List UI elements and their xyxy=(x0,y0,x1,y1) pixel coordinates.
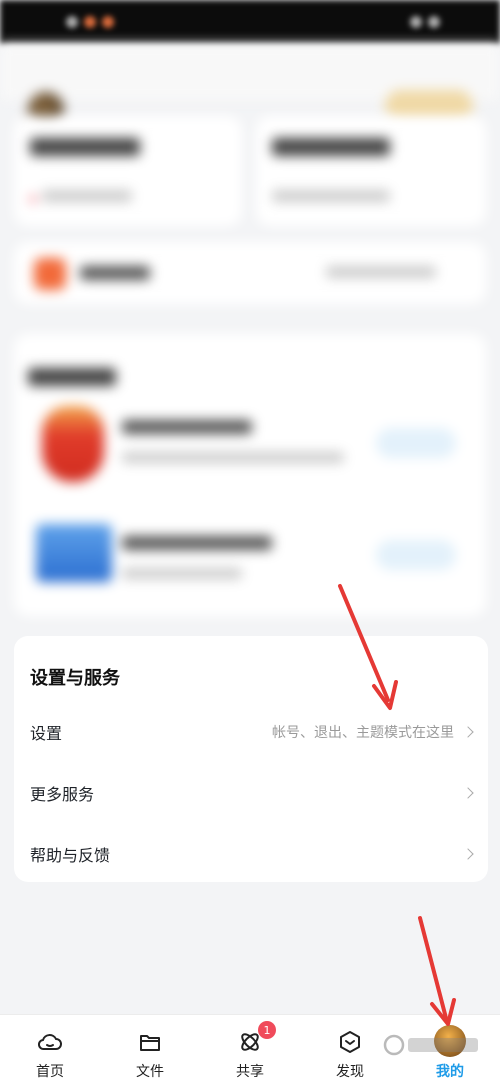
points-hint xyxy=(272,190,390,202)
points-card[interactable] xyxy=(256,116,486,226)
storage-hint xyxy=(42,190,132,202)
tab-home[interactable]: 首页 xyxy=(10,1015,90,1084)
share-badge: 1 xyxy=(258,1021,276,1039)
gift-icon xyxy=(34,258,66,290)
status-bar xyxy=(0,0,500,44)
storage-usage xyxy=(30,138,140,156)
settings-hint: 帐号、退出、主题模式在这里 xyxy=(272,725,454,741)
backup-title xyxy=(28,368,116,386)
chevron-right-icon xyxy=(462,848,474,860)
storage-card[interactable] xyxy=(14,116,242,226)
tab-share-label: 共享 xyxy=(236,1064,264,1080)
settings-row[interactable]: 设置 帐号、退出、主题模式在这里 xyxy=(14,704,488,760)
activity-center-row[interactable] xyxy=(14,242,486,304)
learn-more-button[interactable] xyxy=(376,428,456,458)
tab-discover[interactable]: 发现 xyxy=(310,1015,390,1084)
help-feedback-row[interactable]: 帮助与反馈 xyxy=(14,826,488,882)
annotation-arrow-settings xyxy=(338,584,398,710)
start-backup-button[interactable] xyxy=(376,540,456,570)
activity-label xyxy=(80,266,150,280)
chevron-right-icon xyxy=(462,787,474,799)
tab-discover-label: 发现 xyxy=(336,1064,364,1080)
backup-screen-icon xyxy=(36,524,112,582)
backup-offer-title xyxy=(122,536,272,550)
tab-share[interactable]: 1 共享 xyxy=(210,1015,290,1084)
tab-files-label: 文件 xyxy=(136,1064,164,1080)
red-bag-icon xyxy=(42,406,104,482)
help-feedback-label: 帮助与反馈 xyxy=(30,846,111,865)
cloud-icon xyxy=(37,1034,62,1050)
settings-services-card: 设置与服务 设置 帐号、退出、主题模式在这里 更多服务 帮助与反馈 xyxy=(14,636,488,882)
tab-home-label: 首页 xyxy=(36,1064,64,1080)
annotation-arrow-me-tab xyxy=(418,916,456,1026)
baidu-watermark-logo xyxy=(380,1030,490,1065)
profile-row[interactable] xyxy=(0,44,500,128)
chevron-right-icon xyxy=(462,726,474,738)
more-services-row[interactable]: 更多服务 xyxy=(14,765,488,821)
cube-icon xyxy=(340,1031,360,1053)
backup-offer-hint xyxy=(122,568,242,579)
offer-title xyxy=(122,420,252,434)
settings-label: 设置 xyxy=(30,724,63,743)
tab-files[interactable]: 文件 xyxy=(110,1015,190,1084)
backup-card xyxy=(14,334,486,616)
section-title: 设置与服务 xyxy=(30,668,120,689)
folder-icon xyxy=(140,1035,160,1051)
more-services-label: 更多服务 xyxy=(30,785,95,804)
activity-hint xyxy=(326,266,436,278)
offer-hint xyxy=(122,452,344,463)
points-title xyxy=(272,138,390,156)
